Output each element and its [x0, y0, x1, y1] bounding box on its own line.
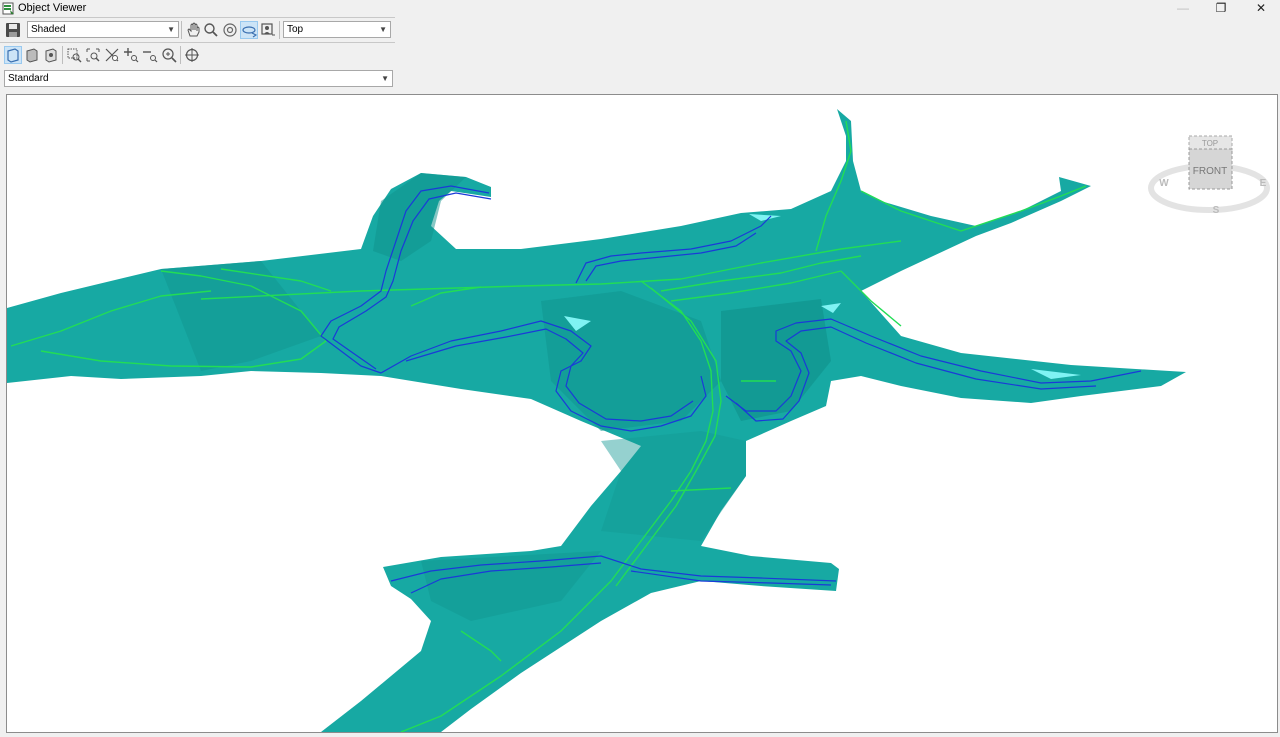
zoom-in-icon[interactable] — [123, 47, 139, 63]
toolbar-separator — [62, 46, 63, 64]
save-icon[interactable] — [5, 22, 21, 38]
free-orbit-icon[interactable] — [240, 21, 258, 39]
maximize-button[interactable]: ❐ — [1201, 0, 1241, 17]
view-direction-value: Top — [287, 24, 304, 35]
close-button[interactable]: ✕ — [1241, 0, 1280, 17]
viewcube-top-label: TOP — [1202, 139, 1218, 148]
zoom-realtime-icon[interactable] — [161, 47, 177, 63]
camera-icon[interactable] — [260, 22, 276, 38]
compass-west-label[interactable]: W — [1159, 178, 1169, 189]
pan-hand-icon[interactable] — [185, 22, 201, 38]
zoom-window-icon[interactable] — [66, 47, 82, 63]
view-direction-dropdown[interactable]: Top ▼ — [283, 21, 391, 38]
surface-facet — [601, 431, 746, 541]
toolbar-separator — [180, 46, 181, 64]
zoom-icon[interactable] — [203, 22, 219, 38]
window-title: Object Viewer — [18, 2, 87, 14]
chevron-down-icon: ▼ — [379, 25, 387, 34]
toolbar-separator — [279, 21, 280, 39]
toolbar-divider — [0, 17, 395, 18]
title-bar: Object Viewer — ❐ ✕ — [0, 0, 1280, 17]
orbit-icon[interactable] — [222, 22, 238, 38]
view-style-value: Standard — [8, 73, 49, 84]
wireframe-icon[interactable] — [4, 46, 22, 64]
chevron-down-icon: ▼ — [167, 25, 175, 34]
terrain-surface-model — [7, 109, 1186, 732]
viewcube[interactable]: TOP FRONT W E S — [1147, 133, 1272, 218]
visual-style-value: Shaded — [31, 24, 66, 35]
compass-east-label[interactable]: E — [1260, 178, 1267, 189]
viewcube-front-label: FRONT — [1193, 166, 1227, 177]
minimize-button[interactable]: — — [1163, 0, 1203, 17]
view-style-dropdown[interactable]: Standard ▼ — [4, 70, 393, 87]
zoom-out-icon[interactable] — [142, 47, 158, 63]
toolbar-divider — [0, 42, 395, 43]
compass-south-label[interactable]: S — [1213, 205, 1220, 216]
crosshair-icon[interactable] — [184, 47, 200, 63]
road-lines — [10, 120, 1087, 732]
3d-viewport[interactable]: TOP FRONT W E S — [6, 94, 1278, 733]
object-viewer-app-icon — [2, 2, 14, 15]
zoom-extents-icon[interactable] — [104, 47, 120, 63]
visual-style-dropdown[interactable]: Shaded ▼ — [27, 21, 179, 38]
chevron-down-icon: ▼ — [381, 74, 389, 83]
render-camera-icon[interactable] — [43, 47, 59, 63]
zoom-object-icon[interactable] — [85, 47, 101, 63]
shaded-box-icon[interactable] — [24, 47, 40, 63]
toolbar-separator — [181, 21, 182, 39]
